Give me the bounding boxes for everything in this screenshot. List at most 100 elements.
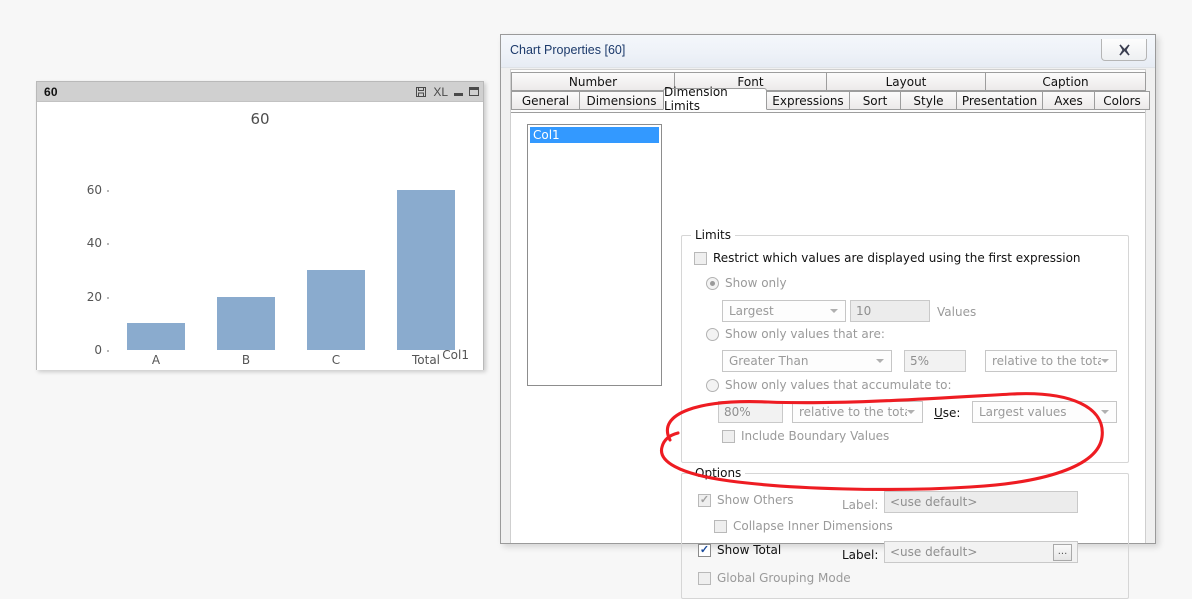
show-others-label-value: <use default>	[890, 495, 978, 509]
show-only-radio-row[interactable]: Show only	[706, 276, 787, 290]
threshold-amount-value: 5%	[910, 354, 930, 368]
tab-number[interactable]: Number	[511, 72, 675, 91]
list-item[interactable]: Col1	[530, 127, 659, 143]
collapse-inner-dimensions-label: Collapse Inner Dimensions	[733, 519, 893, 533]
chart-bars-container: 0 20 40 60 A B C Total	[87, 183, 471, 367]
show-only-mode-select[interactable]: Largest	[722, 300, 846, 322]
tab-axes[interactable]: Axes	[1042, 91, 1095, 110]
close-glyph	[1118, 43, 1130, 56]
options-group: Options ✓ Show Others Label: <use defaul…	[681, 466, 1129, 599]
global-grouping-mode-checkbox-row[interactable]: Global Grouping Mode	[698, 571, 851, 585]
check-icon: ✓	[699, 543, 710, 556]
chart-bar[interactable]	[306, 270, 366, 350]
threshold-basis-value: relative to the total	[992, 354, 1101, 368]
show-others-checkbox[interactable]: ✓	[698, 493, 711, 507]
collapse-inner-dimensions-checkbox[interactable]	[714, 519, 727, 533]
threshold-amount-input[interactable]: 5%	[904, 350, 966, 372]
chart-window-caption: 60	[44, 84, 58, 99]
show-others-label-caption: Label:	[842, 498, 879, 512]
tab-sort[interactable]: Sort	[849, 91, 901, 110]
y-axis-tick-label: 20	[87, 290, 111, 304]
dialog-titlebar[interactable]: Chart Properties [60]	[501, 35, 1155, 68]
tab-expressions[interactable]: Expressions	[766, 91, 850, 110]
accumulate-amount-input[interactable]: 80%	[718, 401, 783, 423]
chevron-down-icon	[830, 309, 838, 313]
chart-properties-dialog: Chart Properties [60] Number Font Layout Ca…	[500, 34, 1156, 599]
x-axis-tick-label: A	[151, 353, 161, 367]
show-only-radio[interactable]	[706, 276, 719, 290]
show-only-label: Show only	[725, 276, 787, 290]
show-others-label: Show Others	[717, 493, 794, 507]
y-axis-tick-label: 0	[94, 343, 111, 357]
tab-general[interactable]: General	[511, 91, 580, 110]
accumulate-basis-select[interactable]: relative to the total	[792, 401, 923, 423]
show-only-values-that-are-label: Show only values that are:	[725, 327, 885, 341]
include-boundary-label: Include Boundary Values	[741, 429, 890, 443]
show-only-mode-value: Largest	[729, 304, 774, 318]
show-total-checkbox-row[interactable]: ✓ Show Total	[698, 543, 781, 557]
chevron-down-icon	[1101, 359, 1109, 363]
chart-window-titlebar[interactable]: 60 XL	[37, 82, 483, 102]
show-only-accumulate-label: Show only values that accumulate to:	[725, 378, 952, 392]
show-only-count-value: 10	[856, 304, 872, 318]
close-icon[interactable]	[1101, 39, 1147, 61]
show-total-label-browse-button[interactable]: ...	[1053, 543, 1072, 561]
tab-dimension-limits[interactable]: Dimension Limits	[663, 85, 767, 113]
threshold-basis-select[interactable]: relative to the total	[985, 350, 1117, 372]
show-only-accumulate-radio-row[interactable]: Show only values that accumulate to:	[706, 378, 952, 392]
tab-dimensions[interactable]: Dimensions	[579, 91, 664, 110]
show-total-label-input[interactable]: <use default> ...	[884, 541, 1078, 563]
include-boundary-checkbox-row[interactable]: Include Boundary Values	[722, 429, 889, 443]
operator-value: Greater Than	[729, 354, 809, 368]
dialog-content: Number Font Layout Caption General Dimension…	[510, 69, 1150, 599]
xl-icon[interactable]: XL	[433, 85, 448, 99]
chart-bar[interactable]	[126, 323, 186, 350]
dimension-list[interactable]: Col1	[527, 124, 662, 386]
minimize-icon[interactable]	[454, 87, 463, 96]
tab-layout[interactable]: Layout	[826, 72, 986, 91]
show-total-checkbox[interactable]: ✓	[698, 543, 711, 557]
accumulate-amount-value: 80%	[724, 405, 751, 419]
show-total-label-caption: Label:	[842, 548, 879, 562]
chart-dimension-label: Col1	[442, 348, 469, 362]
values-label: Values	[937, 305, 977, 319]
show-total-label-value: <use default>	[890, 545, 978, 559]
show-only-count-input[interactable]: 10	[850, 300, 930, 322]
chart-title: 60	[250, 110, 270, 128]
x-axis-tick-label: C	[331, 353, 341, 367]
chevron-down-icon	[876, 359, 884, 363]
chevron-down-icon	[1101, 410, 1109, 414]
tab-colors[interactable]: Colors	[1094, 91, 1150, 110]
collapse-inner-dimensions-checkbox-row[interactable]: Collapse Inner Dimensions	[714, 519, 893, 533]
chart-window: 60 XL 60 0 20 40 60 A B C Total Col1	[36, 81, 484, 370]
accumulate-basis-value: relative to the total	[799, 405, 907, 419]
restrict-values-checkbox[interactable]	[694, 251, 707, 265]
chevron-down-icon	[907, 410, 915, 414]
export-icon[interactable]	[415, 86, 427, 98]
show-others-checkbox-row[interactable]: ✓ Show Others	[698, 493, 794, 507]
tab-panel-dimension-limits: Col1 Limits Restrict which values are di…	[511, 112, 1145, 599]
include-boundary-checkbox[interactable]	[722, 429, 735, 443]
global-grouping-mode-label: Global Grouping Mode	[717, 571, 851, 585]
use-select[interactable]: Largest values	[972, 401, 1117, 423]
operator-select[interactable]: Greater Than	[722, 350, 892, 372]
x-axis-tick-label: B	[241, 353, 251, 367]
dialog-title: Chart Properties [60]	[510, 43, 626, 57]
global-grouping-mode-checkbox[interactable]	[698, 571, 711, 585]
limits-group: Limits Restrict which values are display…	[681, 228, 1129, 463]
show-total-label: Show Total	[717, 543, 782, 557]
show-others-label-input[interactable]: <use default>	[884, 491, 1078, 513]
check-icon: ✓	[699, 493, 710, 506]
chart-bar[interactable]	[396, 190, 456, 350]
show-only-values-that-are-radio[interactable]	[706, 327, 719, 341]
maximize-icon[interactable]	[469, 87, 479, 96]
tab-style[interactable]: Style	[900, 91, 957, 110]
restrict-values-checkbox-row[interactable]: Restrict which values are displayed usin…	[694, 251, 1081, 265]
chart-bar[interactable]	[216, 296, 276, 350]
y-axis-tick-label: 40	[87, 236, 111, 250]
show-only-accumulate-radio[interactable]	[706, 378, 719, 392]
show-only-values-that-are-radio-row[interactable]: Show only values that are:	[706, 327, 885, 341]
tab-row-bottom: General Dimensions Dimension Limits Express…	[511, 85, 1150, 113]
tab-presentation[interactable]: Presentation	[956, 91, 1043, 110]
tab-caption[interactable]: Caption	[985, 72, 1146, 91]
